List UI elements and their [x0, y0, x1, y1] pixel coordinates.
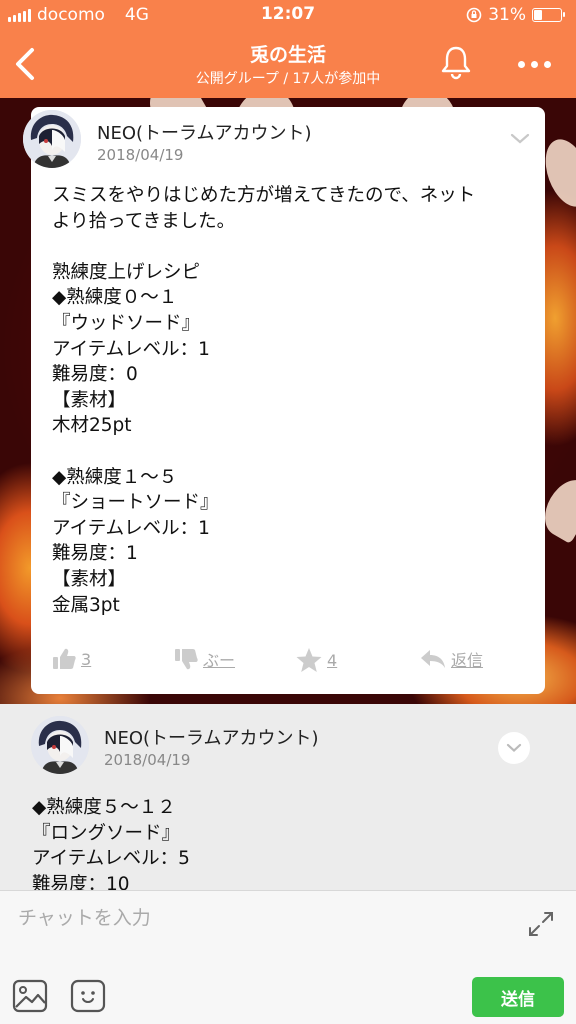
chevron-down-icon — [506, 743, 522, 752]
battery-icon — [532, 8, 565, 22]
battery-percent: 31% — [488, 5, 526, 25]
header-bar: docomo 4G 12:07 31% 兎の生活 公開グループ / 17人が参加… — [0, 0, 576, 98]
orientation-lock-icon — [466, 7, 482, 23]
post-actions: 3 ぶー 4 返信 — [31, 647, 545, 679]
reply-label: 返信 — [451, 651, 484, 670]
post-menu-button[interactable] — [509, 131, 531, 150]
boo-label: ぶー — [203, 651, 236, 670]
sticker-button[interactable] — [70, 979, 106, 1013]
status-right: 31% — [466, 5, 565, 25]
status-bar: docomo 4G 12:07 31% — [0, 0, 576, 30]
star-button[interactable]: 4 — [295, 647, 337, 673]
avatar-image — [31, 716, 89, 774]
more-dot — [530, 60, 538, 68]
image-icon — [12, 979, 48, 1013]
post-item: NEO(トーラムアカウント) 2018/04/19 ◆熟練度５～１２ 『ロングソ… — [0, 704, 576, 890]
image-attach-button[interactable] — [12, 979, 48, 1013]
chevron-down-icon — [510, 133, 530, 144]
star-count: 4 — [327, 650, 338, 670]
more-menu-button[interactable] — [506, 50, 562, 78]
avatar[interactable] — [31, 716, 89, 774]
post-body: スミスをやりはじめた方が増えてきたので、ネット より拾ってきました。 熟練度上げ… — [52, 185, 476, 616]
avatar-image — [23, 110, 81, 168]
group-title: 兎の生活 — [249, 44, 326, 66]
more-dot — [517, 60, 525, 68]
post-author[interactable]: NEO(トーラムアカウント) — [97, 119, 312, 145]
like-button[interactable]: 3 — [51, 647, 91, 671]
avatar[interactable] — [23, 110, 81, 168]
post-author[interactable]: NEO(トーラムアカウント) — [104, 724, 319, 750]
star-icon — [296, 648, 322, 672]
post-card: NEO(トーラムアカウント) 2018/04/19 スミスをやりはじめた方が増え… — [23, 107, 545, 694]
battery-fill — [534, 10, 542, 20]
thumbs-down-icon — [175, 649, 198, 670]
post-body: ◆熟練度５～１２ 『ロングソード』 アイテムレベル：5 難易度：10 — [32, 797, 190, 890]
more-dot — [543, 60, 551, 68]
notification-button[interactable] — [436, 42, 476, 82]
post-date: 2018/04/19 — [97, 146, 184, 164]
thumbs-up-icon — [53, 648, 76, 669]
reply-icon — [421, 650, 445, 668]
reply-button[interactable]: 返信 — [419, 647, 483, 671]
chat-input[interactable] — [18, 901, 498, 935]
post-date: 2018/04/19 — [104, 751, 191, 769]
bell-icon — [441, 46, 471, 80]
group-subtitle: 公開グループ / 17人が参加中 — [195, 71, 381, 87]
chat-composer: 送信 — [0, 890, 576, 1024]
send-button[interactable]: 送信 — [472, 977, 564, 1017]
sticker-icon — [70, 979, 106, 1013]
post-menu-button[interactable] — [498, 732, 530, 764]
like-count: 3 — [81, 649, 92, 669]
boo-button[interactable]: ぶー — [173, 647, 235, 671]
expand-button[interactable] — [526, 909, 556, 939]
expand-icon — [529, 912, 553, 936]
